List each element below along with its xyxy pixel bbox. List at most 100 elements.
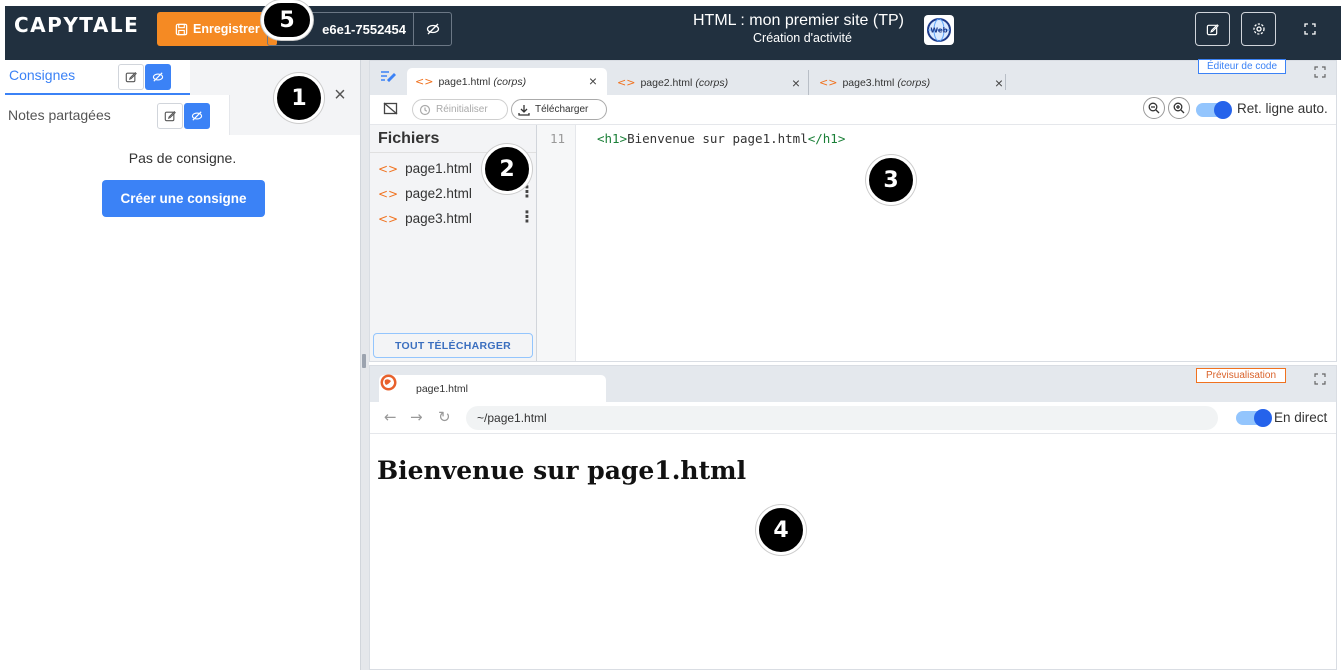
save-button[interactable]: Enregistrer <box>157 12 277 46</box>
tab-divider <box>1005 74 1006 90</box>
html-file-icon: <> <box>415 75 434 88</box>
live-preview-toggle[interactable] <box>1236 409 1272 427</box>
code-open-tag: <h1> <box>597 131 628 146</box>
preview-role-label: Prévisualisation <box>1196 368 1286 383</box>
close-panel-icon[interactable]: × <box>331 84 349 106</box>
editor-tab-page3[interactable]: <> page3.html (corps) × <box>808 70 1013 95</box>
code-close-tag: </h1> <box>807 131 846 146</box>
eye-slash-icon <box>426 23 440 35</box>
gear-icon <box>1252 22 1266 36</box>
tab-file-tag: (corps) <box>493 75 527 88</box>
page-subtitle: Création d'activité <box>753 31 852 45</box>
edit-icon <box>125 71 137 83</box>
edit-icon <box>164 110 176 122</box>
settings-button[interactable] <box>1241 12 1276 46</box>
file-item-page1[interactable]: <> page1.html <box>378 161 472 176</box>
tab-consignes-label: Consignes <box>9 67 76 83</box>
create-instruction-button[interactable]: Créer une consigne <box>102 180 265 217</box>
file-item-page3[interactable]: <> page3.html <box>378 211 472 226</box>
tab-file-name: page3.html <box>842 76 895 89</box>
download-button[interactable]: Télécharger <box>511 99 607 120</box>
app-logo[interactable]: CAPYTALE <box>14 13 139 37</box>
preview-heading: Bienvenue sur page1.html <box>377 456 747 485</box>
forward-arrow-icon[interactable]: → <box>410 408 423 426</box>
annotation-marker-4: 4 <box>756 505 806 555</box>
html-file-icon: <> <box>378 161 399 176</box>
files-title: Fichiers <box>378 130 440 147</box>
download-label: Télécharger <box>535 104 589 115</box>
editor-tab-page2[interactable]: <> page2.html (corps) × <box>610 70 810 95</box>
splitter-handle[interactable] <box>362 354 366 368</box>
tab-file-name: page1.html <box>438 75 491 88</box>
zoom-out-icon <box>1148 102 1160 114</box>
url-bar[interactable]: ~/page1.html <box>466 406 1218 430</box>
editor-tab-page1[interactable]: <> page1.html (corps) × <box>407 68 607 95</box>
tab-file-tag: (corps) <box>695 76 729 89</box>
eye-slash-icon <box>152 72 164 82</box>
live-preview-label: En direct <box>1274 410 1328 425</box>
file-name: page2.html <box>405 186 472 201</box>
annotation-marker-5: 5 <box>261 0 313 40</box>
back-arrow-icon[interactable]: ← <box>384 408 397 426</box>
code-line[interactable]: <h1>Bienvenue sur page1.html</h1> <box>597 131 845 146</box>
expand-editor-icon[interactable] <box>1314 66 1326 78</box>
hide-consignes-button[interactable] <box>145 64 171 90</box>
annotation-marker-3: 3 <box>866 155 916 205</box>
file-name: page1.html <box>405 161 472 176</box>
tab-notes-label: Notes partagées <box>8 107 111 123</box>
edit-activity-button[interactable] <box>1195 12 1230 46</box>
code-text: Bienvenue sur page1.html <box>627 131 808 146</box>
toggle-knob <box>1254 409 1272 427</box>
line-number-gutter <box>537 125 576 361</box>
globe-icon <box>380 374 397 391</box>
reset-label: Réinitialiser <box>436 104 488 115</box>
eye-slash-icon <box>191 111 203 121</box>
web-badge-icon: Web <box>924 15 954 45</box>
edit-notes-button[interactable] <box>157 103 183 129</box>
preview-tab[interactable]: page1.html <box>379 375 606 402</box>
file-menu-icon[interactable]: ⋮ <box>519 210 535 226</box>
html-file-icon: <> <box>819 76 838 89</box>
hide-notes-button[interactable] <box>184 103 210 129</box>
files-toggle-icon[interactable] <box>380 70 396 82</box>
close-tab-icon[interactable]: × <box>792 75 800 91</box>
edit-icon <box>1206 23 1219 36</box>
zoom-in-button[interactable] <box>1168 97 1190 119</box>
reset-button[interactable]: Réinitialiser <box>412 99 508 120</box>
tab-notes-partagees[interactable]: Notes partagées <box>5 95 230 135</box>
file-item-page2[interactable]: <> page2.html <box>378 186 472 201</box>
fullscreen-button[interactable] <box>1292 12 1327 46</box>
line-number: 11 <box>550 131 566 146</box>
save-icon <box>175 23 188 36</box>
zoom-in-icon <box>1173 102 1185 114</box>
close-tab-icon[interactable]: × <box>995 75 1003 91</box>
close-tab-icon[interactable]: × <box>589 73 597 89</box>
file-name: page3.html <box>405 211 472 226</box>
reload-icon[interactable]: ↻ <box>438 408 451 426</box>
tab-consignes[interactable]: Consignes <box>5 60 190 95</box>
edit-consignes-button[interactable] <box>118 64 144 90</box>
download-all-button[interactable]: TOUT TÉLÉCHARGER <box>373 333 533 358</box>
history-icon <box>419 104 431 116</box>
expand-preview-icon[interactable] <box>1314 373 1326 385</box>
tab-file-tag: (corps) <box>897 76 931 89</box>
line-wrap-label: Ret. ligne auto. <box>1237 101 1328 116</box>
annotation-marker-1: 1 <box>274 73 324 123</box>
web-badge-text: Web <box>930 27 947 35</box>
hide-code-button[interactable] <box>413 12 452 46</box>
editor-role-label: Éditeur de code <box>1198 59 1286 74</box>
line-wrap-toggle[interactable] <box>1196 101 1232 119</box>
annotation-marker-2: 2 <box>482 144 532 194</box>
html-file-icon: <> <box>617 76 636 89</box>
page-title: HTML : mon premier site (TP) <box>693 12 904 29</box>
empty-instructions-text: Pas de consigne. <box>128 150 237 166</box>
zoom-out-button[interactable] <box>1143 97 1165 119</box>
html-file-icon: <> <box>378 211 399 226</box>
save-label: Enregistrer <box>193 22 260 36</box>
download-icon <box>518 104 530 116</box>
html-file-icon: <> <box>378 186 399 201</box>
hide-files-icon[interactable] <box>383 102 398 115</box>
fullscreen-icon <box>1303 23 1316 35</box>
toggle-knob <box>1214 101 1232 119</box>
activity-title-block: HTML : mon premier site (TP) Création d'… <box>660 12 960 48</box>
